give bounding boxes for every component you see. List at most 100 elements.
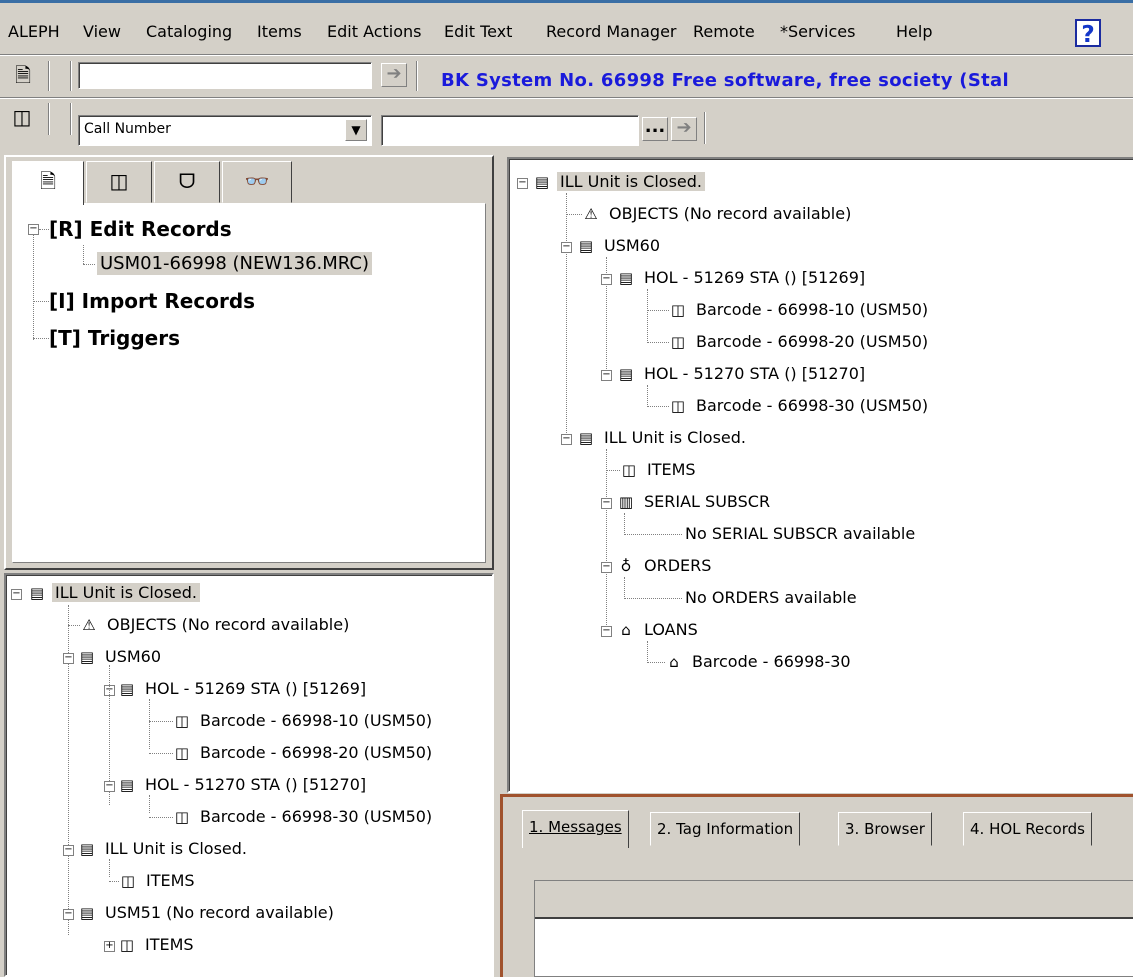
collapse-icon[interactable]: − [28, 224, 39, 235]
tab-records[interactable]: 🗎 [12, 161, 84, 205]
rtree-loans[interactable]: LOANS [641, 620, 701, 639]
menu-items[interactable]: Items [257, 22, 302, 41]
record-icon: 🗎 [39, 169, 57, 193]
collapse-icon[interactable]: − [63, 909, 74, 920]
cube-icon: ◫ [670, 397, 686, 415]
collapse-icon[interactable]: − [561, 242, 572, 253]
rtree-no-orders: No ORDERS available [685, 588, 857, 607]
window-top-border [0, 0, 1133, 3]
collapse-icon[interactable]: − [601, 370, 612, 381]
collapse-icon[interactable]: − [63, 845, 74, 856]
collapse-icon[interactable]: − [601, 498, 612, 509]
menu-edit-text[interactable]: Edit Text [444, 22, 512, 41]
item-cube-icon[interactable]: ◫ [9, 104, 35, 130]
go-arrow-button[interactable]: ➔ [381, 63, 407, 87]
document-icon: ▤ [618, 365, 634, 383]
cube-icon: ◫ [174, 712, 190, 730]
dropdown-arrow-icon[interactable]: ▼ [345, 119, 367, 141]
collapse-icon[interactable]: − [601, 562, 612, 573]
search-value-input[interactable] [381, 115, 639, 146]
tab-messages[interactable]: 1. Messages [522, 810, 629, 848]
collapse-icon[interactable]: − [601, 274, 612, 285]
rtree-barcode-20[interactable]: Barcode - 66998-20 (USM50) [693, 332, 931, 351]
tree-line [606, 470, 620, 471]
tree-line [109, 881, 119, 882]
document-icon: ▤ [79, 904, 95, 922]
tree-barcode-20[interactable]: Barcode - 66998-20 (USM50) [197, 743, 435, 762]
rtree-hol-51269[interactable]: HOL - 51269 STA () [51269] [641, 268, 868, 287]
record-open-icon[interactable]: 🗎 [10, 62, 36, 88]
rtree-ill-closed[interactable]: ILL Unit is Closed. [557, 172, 705, 191]
rtree-loan-barcode[interactable]: Barcode - 66998-30 [689, 652, 854, 671]
tab-triggers[interactable]: ᗜ [154, 161, 220, 203]
collapse-icon[interactable]: − [517, 178, 528, 189]
rtree-ill-closed-2[interactable]: ILL Unit is Closed. [601, 428, 749, 447]
collapse-icon[interactable]: − [104, 781, 115, 792]
tree-line [33, 301, 49, 302]
collapse-icon[interactable]: − [601, 626, 612, 637]
tree-line [149, 817, 173, 818]
rtree-barcode-10[interactable]: Barcode - 66998-10 (USM50) [693, 300, 931, 319]
rtree-barcode-30[interactable]: Barcode - 66998-30 (USM50) [693, 396, 931, 415]
document-icon: ▤ [618, 269, 634, 287]
cube-icon: ◫ [119, 936, 135, 954]
tree-import-records[interactable]: [I] Import Records [49, 289, 255, 313]
tab-search[interactable]: 👓 [222, 161, 292, 203]
tree-barcode-30[interactable]: Barcode - 66998-30 (USM50) [197, 807, 435, 826]
search-go-button[interactable]: ➔ [671, 117, 697, 141]
tree-record-item[interactable]: USM01-66998 (NEW136.MRC) [97, 252, 372, 275]
rtree-objects[interactable]: OBJECTS (No record available) [606, 204, 854, 223]
collapse-icon[interactable]: − [561, 434, 572, 445]
menu-help[interactable]: Help [896, 22, 932, 41]
tab-hol-records[interactable]: 4. HOL Records [963, 812, 1092, 846]
tree-hol-51270[interactable]: HOL - 51270 STA () [51270] [142, 775, 369, 794]
menu-aleph[interactable]: ALEPH [8, 22, 60, 41]
menu-bar: ALEPH View Cataloging Items Edit Actions… [0, 8, 1133, 52]
tree-usm51[interactable]: USM51 (No record available) [102, 903, 337, 922]
tree-items-2[interactable]: ITEMS [142, 935, 197, 954]
document-icon: ▤ [534, 173, 550, 191]
rtree-orders[interactable]: ORDERS [641, 556, 714, 575]
warning-triangle-icon: ⚠ [82, 616, 96, 634]
collapse-icon[interactable]: − [63, 653, 74, 664]
search-field-select[interactable]: Call Number ▼ [78, 115, 372, 146]
tree-edit-records[interactable]: [R] Edit Records [49, 217, 232, 241]
rtree-usm60[interactable]: USM60 [601, 236, 663, 255]
document-icon: ▤ [119, 680, 135, 698]
tab-browser[interactable]: 3. Browser [838, 812, 932, 846]
tree-hol-51269[interactable]: HOL - 51269 STA () [51269] [142, 679, 369, 698]
tree-ill-closed[interactable]: ILL Unit is Closed. [52, 583, 200, 602]
rtree-serial[interactable]: SERIAL SUBSCR [641, 492, 773, 511]
messages-list[interactable] [534, 880, 1133, 977]
tree-ill-closed-2[interactable]: ILL Unit is Closed. [102, 839, 250, 858]
tab-items[interactable]: ◫ [86, 161, 152, 203]
toolbar-separator [70, 61, 72, 91]
menu-view[interactable]: View [83, 22, 121, 41]
expand-icon[interactable]: + [104, 941, 115, 952]
loans-icon: ⌂ [621, 621, 631, 639]
menu-edit-actions[interactable]: Edit Actions [327, 22, 422, 41]
tree-items[interactable]: ITEMS [143, 871, 198, 890]
tree-line [149, 721, 173, 722]
rtree-items[interactable]: ITEMS [644, 460, 699, 479]
menu-remote[interactable]: Remote [693, 22, 755, 41]
menu-cataloging[interactable]: Cataloging [146, 22, 232, 41]
system-status-message: BK System No. 66998 Free software, free … [441, 70, 1009, 91]
tree-barcode-10[interactable]: Barcode - 66998-10 (USM50) [197, 711, 435, 730]
collapse-icon[interactable]: − [11, 589, 22, 600]
tab-tag-information[interactable]: 2. Tag Information [650, 812, 801, 846]
tree-usm60[interactable]: USM60 [102, 647, 164, 666]
record-number-input[interactable] [78, 62, 372, 89]
cube-icon: ◫ [174, 744, 190, 762]
tree-triggers[interactable]: [T] Triggers [49, 326, 180, 350]
help-icon[interactable]: ? [1075, 19, 1101, 48]
tab-browser-label: 3. Browser [845, 820, 925, 838]
menu-divider [0, 54, 1133, 56]
browse-ellipsis-button[interactable]: ... [642, 117, 668, 141]
trigger-icon: ᗜ [178, 169, 196, 193]
tree-objects[interactable]: OBJECTS (No record available) [104, 615, 352, 634]
menu-record-manager[interactable]: Record Manager [546, 22, 677, 41]
rtree-no-serial: No SERIAL SUBSCR available [685, 524, 916, 543]
rtree-hol-51270[interactable]: HOL - 51270 STA () [51270] [641, 364, 868, 383]
menu-services[interactable]: *Services [780, 22, 855, 41]
